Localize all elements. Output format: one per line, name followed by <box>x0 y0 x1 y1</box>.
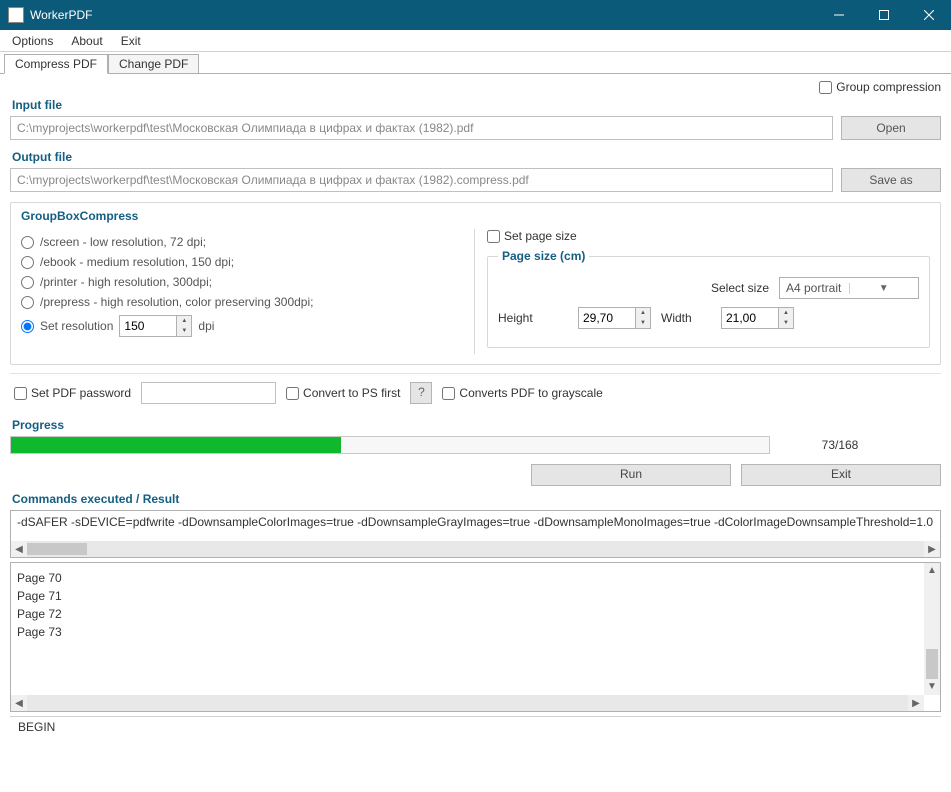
group-compression-input[interactable] <box>819 81 832 94</box>
scroll-thumb[interactable] <box>27 543 87 555</box>
log-line: Page 73 <box>17 625 934 639</box>
chevron-up-icon[interactable]: ▲ <box>636 308 650 318</box>
height-label: Height <box>498 311 568 325</box>
scroll-up-icon[interactable]: ▲ <box>924 563 940 579</box>
log-vscroll[interactable]: ▲ ▼ <box>924 563 940 695</box>
set-password-checkbox[interactable]: Set PDF password <box>14 386 131 400</box>
scroll-right-icon[interactable]: ▶ <box>924 544 940 555</box>
scroll-right-icon[interactable]: ▶ <box>908 698 924 709</box>
commands-box[interactable]: -dSAFER -sDEVICE=pdfwrite -dDownsampleCo… <box>10 510 941 558</box>
progress-bar <box>10 436 770 454</box>
page-size-group: Page size (cm) Select size A4 portrait ▼… <box>487 249 930 348</box>
run-button[interactable]: Run <box>531 464 731 486</box>
help-button[interactable]: ? <box>410 382 432 404</box>
log-line: Page 70 <box>17 571 934 585</box>
chevron-up-icon[interactable]: ▲ <box>177 316 191 326</box>
menu-exit[interactable]: Exit <box>113 32 149 50</box>
radio-set-resolution[interactable]: Set resolution ▲▼ dpi <box>21 315 464 337</box>
input-file-label: Input file <box>12 98 939 112</box>
chevron-down-icon[interactable]: ▼ <box>177 326 191 336</box>
save-as-button[interactable]: Save as <box>841 168 941 192</box>
log-box[interactable]: Page 70 Page 71 Page 72 Page 73 ▲ ▼ ◀ ▶ <box>10 562 941 712</box>
output-file-label: Output file <box>12 150 939 164</box>
tab-change-pdf[interactable]: Change PDF <box>108 54 199 73</box>
page-size-title: Page size (cm) <box>498 249 589 263</box>
radio-printer[interactable]: /printer - high resolution, 300dpi; <box>21 275 464 289</box>
scroll-left-icon[interactable]: ◀ <box>11 698 27 709</box>
width-input[interactable] <box>722 309 778 327</box>
group-compression-checkbox[interactable]: Group compression <box>819 80 941 94</box>
resolution-input[interactable] <box>120 320 176 333</box>
radio-prepress[interactable]: /prepress - high resolution, color prese… <box>21 295 464 309</box>
progress-fill <box>11 437 341 453</box>
convert-ps-checkbox[interactable]: Convert to PS first <box>286 386 400 400</box>
grayscale-checkbox[interactable]: Converts PDF to grayscale <box>442 386 602 400</box>
app-icon <box>8 7 24 23</box>
height-spinner[interactable]: ▲▼ <box>578 307 651 329</box>
groupbox-compress-title: GroupBoxCompress <box>21 209 930 223</box>
titlebar: WorkerPDF <box>0 0 951 30</box>
group-compression-label: Group compression <box>836 80 941 94</box>
resolution-spinner[interactable]: ▲▼ <box>119 315 192 337</box>
output-file-field[interactable]: C:\myprojects\workerpdf\test\Московская … <box>10 168 833 192</box>
tab-compress-pdf[interactable]: Compress PDF <box>4 54 108 74</box>
window-title: WorkerPDF <box>30 8 816 22</box>
menubar: Options About Exit <box>0 30 951 52</box>
progress-text: 73/168 <box>790 438 890 452</box>
commands-hscroll[interactable]: ◀ ▶ <box>11 541 940 557</box>
input-file-field[interactable]: C:\myprojects\workerpdf\test\Московская … <box>10 116 833 140</box>
scroll-left-icon[interactable]: ◀ <box>11 544 27 555</box>
log-hscroll[interactable]: ◀ ▶ <box>11 695 924 711</box>
chevron-down-icon[interactable]: ▼ <box>636 318 650 328</box>
chevron-down-icon: ▼ <box>849 283 919 294</box>
minimize-button[interactable] <box>816 0 861 30</box>
width-label: Width <box>661 311 711 325</box>
radio-ebook[interactable]: /ebook - medium resolution, 150 dpi; <box>21 255 464 269</box>
select-size-label: Select size <box>498 281 769 295</box>
status-bar: BEGIN <box>10 716 941 737</box>
progress-label: Progress <box>12 418 939 432</box>
commands-label: Commands executed / Result <box>12 492 939 506</box>
open-button[interactable]: Open <box>841 116 941 140</box>
groupbox-compress: GroupBoxCompress /screen - low resolutio… <box>10 202 941 365</box>
password-input[interactable] <box>141 382 276 404</box>
tabstrip: Compress PDF Change PDF <box>0 52 951 74</box>
set-page-size-checkbox[interactable]: Set page size <box>487 229 930 243</box>
scroll-thumb[interactable] <box>926 649 938 679</box>
page-size-select[interactable]: A4 portrait ▼ <box>779 277 919 299</box>
maximize-button[interactable] <box>861 0 906 30</box>
chevron-down-icon[interactable]: ▼ <box>779 318 793 328</box>
commands-text: -dSAFER -sDEVICE=pdfwrite -dDownsampleCo… <box>11 511 940 533</box>
chevron-up-icon[interactable]: ▲ <box>779 308 793 318</box>
radio-screen[interactable]: /screen - low resolution, 72 dpi; <box>21 235 464 249</box>
width-spinner[interactable]: ▲▼ <box>721 307 794 329</box>
menu-options[interactable]: Options <box>4 32 61 50</box>
height-input[interactable] <box>579 309 635 327</box>
scroll-down-icon[interactable]: ▼ <box>924 679 940 695</box>
menu-about[interactable]: About <box>63 32 110 50</box>
close-button[interactable] <box>906 0 951 30</box>
log-line: Page 71 <box>17 589 934 603</box>
log-line: Page 72 <box>17 607 934 621</box>
exit-button[interactable]: Exit <box>741 464 941 486</box>
